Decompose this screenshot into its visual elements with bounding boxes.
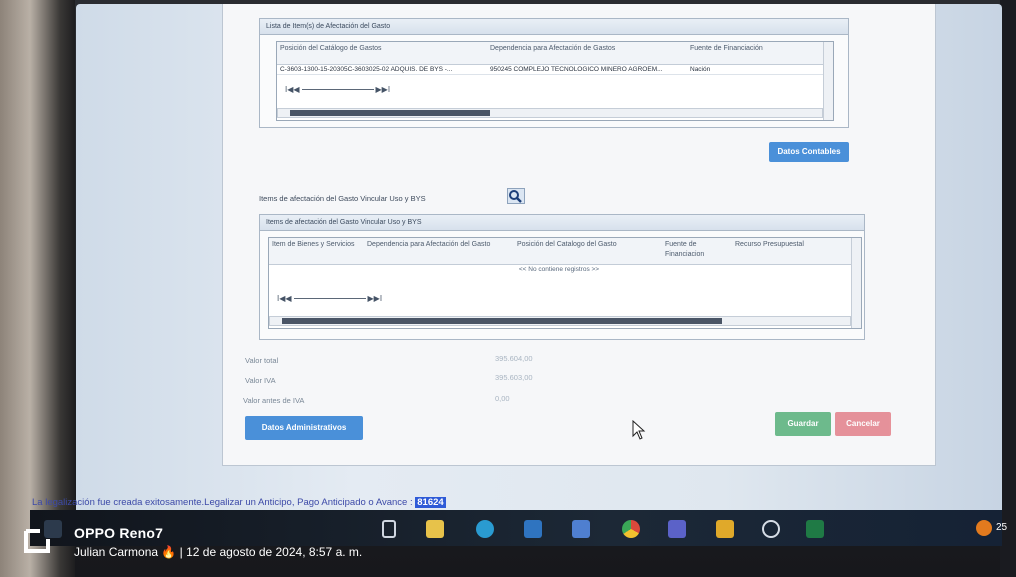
search-icon[interactable] xyxy=(507,188,525,204)
datos-contables-button[interactable]: Datos Contables xyxy=(769,142,849,162)
search-label: Items de afectación del Gasto Vincular U… xyxy=(259,194,426,203)
form-panel: Lista de Item(s) de Afectación del Gasto… xyxy=(222,4,936,466)
next-page-icon[interactable]: ▶▶I xyxy=(368,294,383,303)
file-explorer-icon[interactable] xyxy=(426,520,444,538)
vincular-fieldset: Items de afectación del Gasto Vincular U… xyxy=(259,214,865,340)
vincular-title: Items de afectación del Gasto Vincular U… xyxy=(260,215,864,231)
cancelar-button[interactable]: Cancelar xyxy=(835,412,891,436)
items-pager[interactable]: I◀◀ ▶▶I xyxy=(285,85,390,94)
valor-iva-label: Valor IVA xyxy=(245,376,276,385)
items-list-fieldset: Lista de Item(s) de Afectación del Gasto… xyxy=(259,18,849,128)
empty-records-text: << No contiene registros >> xyxy=(518,266,600,273)
monitor-bezel xyxy=(1000,0,1016,577)
mouse-cursor-icon xyxy=(632,419,646,445)
watermark-brand: OPPO Reno7 xyxy=(74,525,164,541)
legalizacion-id[interactable]: 81624 xyxy=(415,497,446,508)
items-list-title: Lista de Item(s) de Afectación del Gasto xyxy=(260,19,848,35)
photo-stage: Lista de Item(s) de Afectación del Gasto… xyxy=(0,0,1016,577)
chrome-icon[interactable] xyxy=(622,520,640,538)
status-text: La legalización fue creada exitosamente.… xyxy=(32,497,413,508)
camera-brand-logo xyxy=(24,529,50,553)
table-row[interactable]: C-3603-1300-15-20305C-3603025-02 ADQUIS.… xyxy=(277,65,833,75)
refresh-app-icon[interactable] xyxy=(762,520,780,538)
col-posicion-catalogo[interactable]: Posición del Catálogo de Gastos xyxy=(277,42,487,64)
col-fuente-financiacion[interactable]: Fuente de Financiacion xyxy=(662,238,732,264)
pager-track[interactable] xyxy=(301,89,374,90)
teams-icon[interactable] xyxy=(668,520,686,538)
next-page-icon[interactable]: ▶▶I xyxy=(376,85,391,94)
vincular-horizontal-scrollbar[interactable] xyxy=(269,316,851,326)
status-message: La legalización fue creada exitosamente.… xyxy=(32,497,446,508)
mail-icon[interactable] xyxy=(524,520,542,538)
desk-background xyxy=(0,0,75,577)
col-item-bienes[interactable]: Item de Bienes y Servicios xyxy=(269,238,364,264)
items-horizontal-scrollbar[interactable] xyxy=(277,108,823,118)
col-dependencia-afectacion[interactable]: Dependencia para Afectación del Gasto xyxy=(364,238,514,264)
cell-fuente: Nación xyxy=(690,66,711,73)
pager-track[interactable] xyxy=(293,298,366,299)
task-view-icon[interactable] xyxy=(382,520,396,538)
items-grid-header: Posición del Catálogo de Gastos Dependen… xyxy=(277,42,833,65)
items-grid: Posición del Catálogo de Gastos Dependen… xyxy=(276,41,834,121)
tray-text: 25 xyxy=(996,522,1008,533)
col-posicion-catalogo-gasto[interactable]: Posición del Catalogo del Gasto xyxy=(514,238,662,264)
valor-iva-value: 395.603,00 xyxy=(495,373,533,382)
valor-antes-iva-value: 0,00 xyxy=(495,394,510,403)
first-page-icon[interactable]: I◀◀ xyxy=(277,294,292,303)
watermark-caption: Julian Carmona 🔥 | 12 de agosto de 2024,… xyxy=(74,545,363,559)
cell-posicion: C-3603-1300-15-20305C-3603025-02 ADQUIS.… xyxy=(280,66,453,73)
vincular-vertical-scrollbar[interactable] xyxy=(851,238,861,328)
app-icon[interactable] xyxy=(572,520,590,538)
col-recurso-presupuestal[interactable]: Recurso Presupuestal xyxy=(732,238,832,264)
col-fuente[interactable]: Fuente de Financiación xyxy=(687,42,817,64)
windows-taskbar: 25 xyxy=(30,510,1007,546)
vincular-grid: Item de Bienes y Servicios Dependencia p… xyxy=(268,237,862,329)
vincular-pager[interactable]: I◀◀ ▶▶I xyxy=(277,294,382,303)
first-page-icon[interactable]: I◀◀ xyxy=(285,85,300,94)
edge-icon[interactable] xyxy=(476,520,494,538)
guardar-button[interactable]: Guardar xyxy=(775,412,831,436)
items-vertical-scrollbar[interactable] xyxy=(823,42,833,120)
cell-dependencia: 950245 COMPLEJO TECNOLOGICO MINERO AGROE… xyxy=(490,66,663,73)
datos-administrativos-button[interactable]: Datos Administrativos xyxy=(245,416,363,440)
vincular-grid-header: Item de Bienes y Servicios Dependencia p… xyxy=(269,238,861,265)
valor-total-value: 395.604,00 xyxy=(495,354,533,363)
weather-icon[interactable] xyxy=(976,520,992,536)
scroll-thumb[interactable] xyxy=(290,110,490,116)
valor-total-label: Valor total xyxy=(245,356,279,365)
lock-app-icon[interactable] xyxy=(716,520,734,538)
monitor-screen: Lista de Item(s) de Afectación del Gasto… xyxy=(76,4,1002,544)
scroll-thumb[interactable] xyxy=(282,318,722,324)
excel-icon[interactable] xyxy=(806,520,824,538)
valor-antes-iva-label: Valor antes de IVA xyxy=(243,396,305,405)
col-dependencia[interactable]: Dependencia para Afectación de Gastos xyxy=(487,42,687,64)
